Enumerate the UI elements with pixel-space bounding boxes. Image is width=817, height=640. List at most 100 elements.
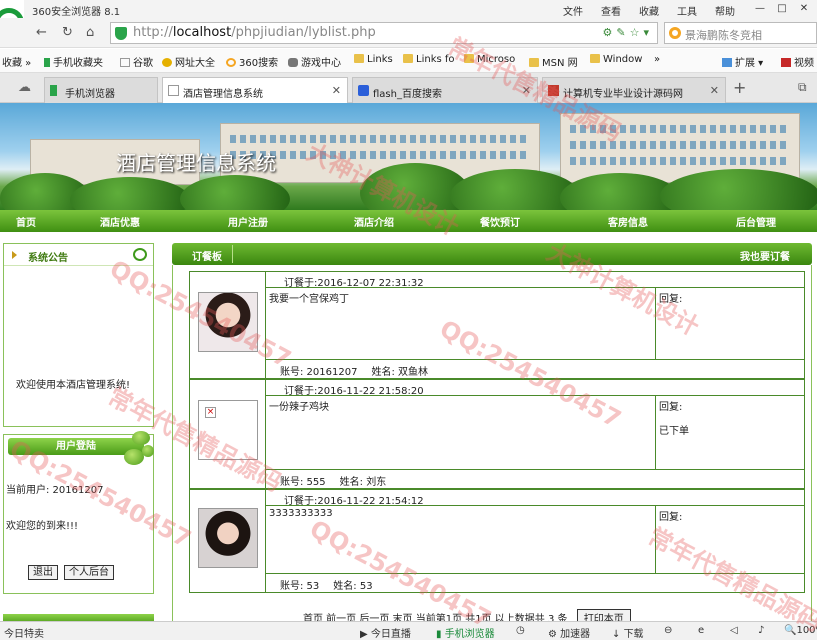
bookmark-links-fo[interactable]: Links fo: [403, 54, 455, 65]
ie-mode-icon[interactable]: e: [698, 625, 704, 636]
minimize-icon[interactable]: —: [749, 0, 771, 17]
welcome-text: 欢迎您的到来!!!: [6, 521, 79, 532]
phone-icon: [50, 85, 57, 96]
place-order-link[interactable]: 我也要订餐: [740, 248, 790, 263]
order-item: 订餐于:2016-11-22 21:54:12 3333333333 回复: 账…: [189, 489, 805, 593]
leaf-decoration-icon: [124, 449, 144, 465]
new-tab-icon[interactable]: +: [733, 78, 746, 97]
home-icon[interactable]: ⌂: [86, 25, 94, 40]
address-bar: ← ↻ ⌂ http://localhost/phpjiudian/lyblis…: [0, 18, 817, 48]
site-banner: 酒店管理信息系统: [0, 103, 817, 210]
close-window-icon[interactable]: ✕: [793, 0, 815, 17]
bookmark-hao-daquan[interactable]: 网址大全: [162, 54, 215, 69]
sound-icon[interactable]: ♪: [758, 625, 764, 636]
leaf-decoration-icon: [142, 445, 154, 457]
search-engine-icon: [669, 27, 681, 39]
nav-room-info[interactable]: 客房信息: [608, 214, 648, 229]
broken-image-icon: ×: [198, 400, 258, 460]
restore-tabs-icon[interactable]: ⧉: [798, 80, 807, 95]
refresh-circle-icon: [133, 248, 147, 261]
order-board-tab[interactable]: 订餐板: [182, 245, 233, 263]
notice-header: 系统公告: [4, 244, 153, 266]
bookmark-msn[interactable]: MSN 网: [529, 54, 578, 69]
menu-view[interactable]: 查看: [601, 3, 621, 18]
mobile-browser-button[interactable]: ▮ 手机浏览器: [436, 625, 495, 640]
nav-hotel-offers[interactable]: 酒店优惠: [100, 214, 140, 229]
search-input[interactable]: 景海鹏陈冬竞相: [664, 22, 817, 44]
login-panel: 用户登陆 当前用户: 20161207 欢迎您的到来!!! 退出 个人后台: [3, 431, 154, 594]
order-time: 订餐于:2016-12-07 22:31:32: [266, 272, 804, 289]
download-button[interactable]: ↓ 下载: [612, 625, 644, 640]
nav-hotel-intro[interactable]: 酒店介绍: [354, 214, 394, 229]
mute-icon[interactable]: ◁: [730, 625, 738, 636]
nav-user-register[interactable]: 用户注册: [228, 214, 268, 229]
order-content: 一份辣子鸡块: [266, 396, 656, 470]
menu-favorites[interactable]: 收藏: [639, 3, 659, 18]
order-list: 订餐于:2016-12-07 22:31:32 我要一个宫保鸡丁 回复: 账号:…: [172, 265, 812, 626]
order-item: × 订餐于:2016-11-22 21:58:20 一份辣子鸡块 回复: 已下单 …: [189, 379, 805, 489]
back-icon[interactable]: ←: [36, 25, 47, 40]
user-avatar: [198, 508, 258, 568]
menu-help[interactable]: 帮助: [715, 3, 735, 18]
bookmark-google[interactable]: 谷歌: [120, 54, 153, 69]
browser-menu: 文件 查看 收藏 工具 帮助: [563, 3, 735, 18]
bookmark-microsoft[interactable]: Microso: [464, 54, 515, 65]
logout-button[interactable]: 退出: [28, 565, 58, 580]
login-title: 用户登陆: [8, 438, 144, 455]
speed-icon[interactable]: ◷: [516, 625, 525, 636]
maximize-icon[interactable]: □: [771, 0, 793, 17]
url-input[interactable]: http://localhost/phpjiudian/lyblist.php …: [110, 22, 658, 44]
order-content: 我要一个宫保鸡丁: [266, 288, 656, 360]
video-button[interactable]: 视频: [781, 54, 814, 69]
cloud-icon[interactable]: ☁: [18, 80, 31, 95]
refresh-icon[interactable]: ↻: [62, 25, 73, 40]
url-text[interactable]: http://localhost/phpjiudian/lyblist.php: [133, 25, 376, 40]
bookmark-mobile-favorites[interactable]: 手机收藏夹: [44, 54, 103, 69]
baidu-paw-icon: [358, 85, 369, 96]
close-tab-icon[interactable]: ✕: [522, 84, 531, 97]
nav-dining-booking[interactable]: 餐饮预订: [480, 214, 520, 229]
daily-sale-link[interactable]: 今日特卖: [4, 625, 44, 640]
accelerator-button[interactable]: ⚙ 加速器: [548, 625, 590, 640]
browser-statusbar: 今日特卖 ▶ 今日直播 ▮ 手机浏览器 ◷ ⚙ 加速器 ↓ 下载 ⊖ e ◁ ♪…: [0, 621, 817, 640]
user-avatar: [198, 292, 258, 352]
menu-tools[interactable]: 工具: [677, 3, 697, 18]
tab-source-code-site[interactable]: 计算机专业毕业设计源码网 ✕: [542, 77, 726, 103]
nav-home[interactable]: 首页: [16, 214, 36, 229]
bookmarks-bar: 收藏 » 手机收藏夹 谷歌 网址大全 360搜索 游戏中心 Links Link…: [0, 49, 817, 73]
order-time: 订餐于:2016-11-22 21:54:12: [266, 490, 804, 507]
browser-titlebar: 360安全浏览器 8.1 文件 查看 收藏 工具 帮助 — □ ✕: [0, 0, 817, 18]
menu-file[interactable]: 文件: [563, 3, 583, 18]
app-title: 360安全浏览器 8.1: [32, 7, 121, 18]
close-tab-icon[interactable]: ✕: [332, 84, 341, 97]
bookmark-360-search[interactable]: 360搜索: [226, 54, 278, 69]
bookmark-favorites[interactable]: 收藏 »: [2, 54, 31, 69]
bookmark-links[interactable]: Links: [354, 54, 393, 65]
notice-panel: 系统公告 欢迎使用本酒店管理系统!: [3, 243, 154, 427]
site-nav: 首页 酒店优惠 用户注册 酒店介绍 餐饮预订 客房信息 后台管理: [0, 210, 817, 232]
notice-title: 系统公告: [28, 253, 68, 264]
zoom-level[interactable]: 🔍100%: [784, 625, 817, 636]
nav-admin[interactable]: 后台管理: [736, 214, 776, 229]
personal-backend-button[interactable]: 个人后台: [64, 565, 114, 580]
bookmarks-more-icon[interactable]: »: [654, 54, 660, 65]
bookmark-game-center[interactable]: 游戏中心: [288, 54, 341, 69]
main-content: 订餐板 我也要订餐 订餐于:2016-12-07 22:31:32 我要一个宫保…: [172, 243, 812, 626]
tab-hotel-system[interactable]: 酒店管理信息系统 ✕: [162, 77, 348, 103]
url-action-icons[interactable]: ⚙✎☆▾: [603, 26, 653, 39]
order-user-info: 账号: 53 姓名: 53: [280, 581, 373, 592]
notice-text: 欢迎使用本酒店管理系统!: [16, 380, 131, 391]
bookmark-windows[interactable]: Window: [590, 54, 642, 65]
tab-baidu-flash[interactable]: flash_百度搜索 ✕: [352, 77, 538, 103]
sidebar: 系统公告 欢迎使用本酒店管理系统! 用户登陆 当前用户: 20161207 欢迎…: [0, 240, 156, 624]
security-shield-icon: [115, 27, 127, 40]
page-icon: [168, 85, 179, 96]
order-item: 订餐于:2016-12-07 22:31:32 我要一个宫保鸡丁 回复: 账号:…: [189, 271, 805, 379]
search-placeholder: 景海鹏陈冬竞相: [685, 29, 762, 42]
close-tab-icon[interactable]: ✕: [710, 84, 719, 97]
tab-mobile-browser[interactable]: 手机浏览器: [44, 77, 158, 103]
extensions-button[interactable]: 扩展 ▾: [722, 54, 763, 69]
live-today-button[interactable]: ▶ 今日直播: [360, 625, 411, 640]
status-icon[interactable]: ⊖: [664, 625, 672, 636]
arrow-right-icon: [12, 251, 17, 259]
